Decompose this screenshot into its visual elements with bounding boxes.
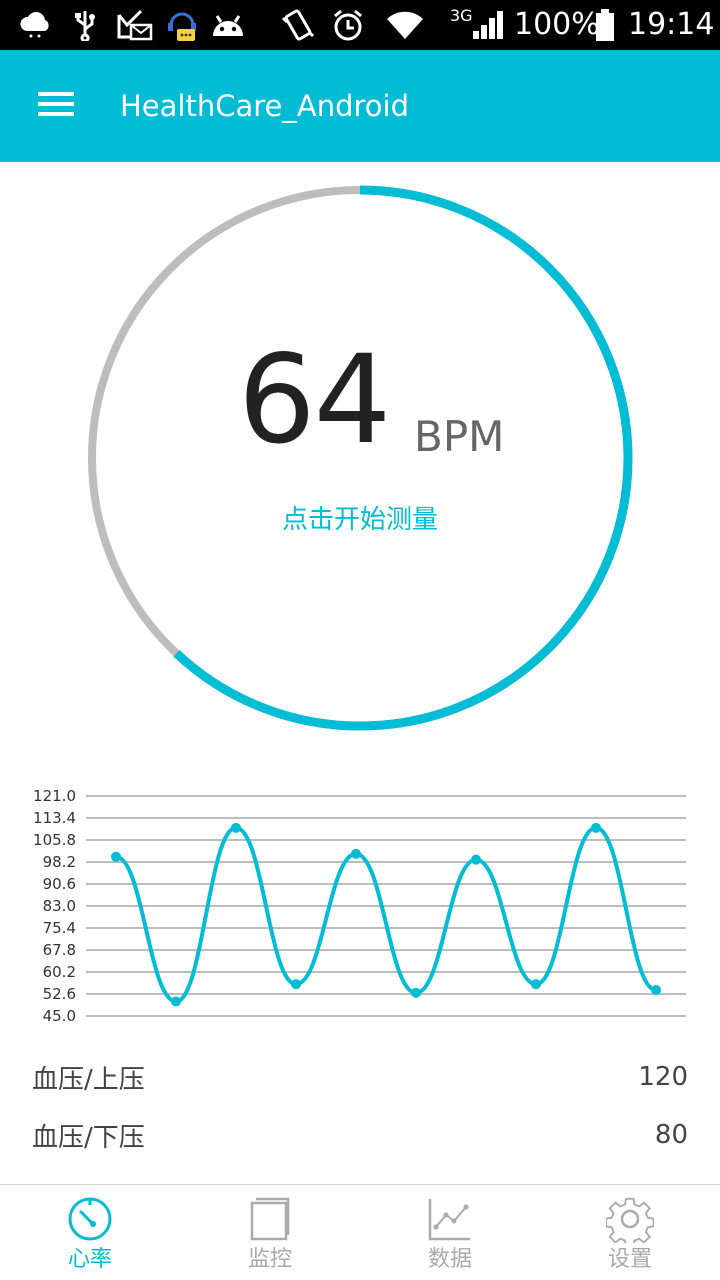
signal-icon bbox=[470, 8, 506, 42]
chart-point bbox=[231, 822, 241, 833]
y-tick-label: 113.4 bbox=[33, 809, 76, 827]
heart-rate-line-chart: 121.0 113.4 105.8 98.2 90.6 83.0 75.4 67.8 60.2 5… bbox=[33, 787, 686, 1025]
app-title: HealthCare_Android bbox=[120, 89, 409, 123]
bp-systolic-value: 120 bbox=[638, 1062, 688, 1092]
y-tick-label: 52.6 bbox=[43, 985, 76, 1003]
mail-check-icon bbox=[114, 8, 154, 42]
start-measure-button[interactable]: 点击开始测量 bbox=[200, 500, 520, 540]
weather-cloud-icon bbox=[18, 8, 54, 42]
y-tick-label: 98.2 bbox=[43, 853, 76, 871]
nav-label: 数据 bbox=[427, 1247, 472, 1272]
chart-series-line bbox=[115, 825, 657, 1004]
nav-tab-settings[interactable]: 设置 bbox=[540, 1185, 720, 1280]
y-tick-label: 90.6 bbox=[43, 875, 76, 893]
hamburger-menu-icon bbox=[36, 90, 76, 122]
nav-tab-monitor[interactable]: 监控 bbox=[180, 1185, 360, 1280]
y-tick-label: 83.0 bbox=[43, 897, 76, 915]
android-icon bbox=[208, 8, 248, 42]
chat-bubble-icon bbox=[164, 8, 200, 42]
chart-point bbox=[351, 848, 361, 859]
y-tick-label: 45.0 bbox=[43, 1007, 76, 1025]
bp-diastolic-label: 血压/下压 bbox=[32, 1122, 145, 1153]
clock: 19:14 bbox=[628, 7, 715, 42]
nav-label: 设置 bbox=[607, 1247, 652, 1272]
chart-point bbox=[111, 851, 121, 862]
chart-point bbox=[291, 979, 301, 990]
y-tick-label: 105.8 bbox=[33, 831, 76, 849]
bp-systolic-row: 血压/上压 120 bbox=[32, 1055, 688, 1099]
chart-point bbox=[651, 984, 661, 995]
alarm-icon bbox=[330, 8, 366, 42]
monitor-book-icon bbox=[246, 1195, 294, 1243]
status-bar: 3G 100% 19:14 bbox=[0, 0, 720, 50]
bp-diastolic-row: 血压/下压 80 bbox=[32, 1113, 688, 1157]
battery-percent: 100% bbox=[514, 7, 600, 42]
chart-point bbox=[531, 979, 541, 990]
chart-point bbox=[591, 822, 601, 833]
heart-rate-gauge-icon bbox=[66, 1195, 114, 1243]
heart-rate-unit: BPM bbox=[414, 412, 505, 461]
nav-label: 心率 bbox=[67, 1247, 112, 1272]
chart-point bbox=[471, 854, 481, 865]
wifi-icon bbox=[384, 8, 426, 42]
battery-icon bbox=[594, 8, 616, 42]
nav-tab-heart-rate[interactable]: 心率 bbox=[0, 1185, 180, 1280]
y-tick-label: 67.8 bbox=[43, 941, 76, 959]
y-tick-label: 121.0 bbox=[33, 787, 76, 805]
heart-rate-value: 64 bbox=[238, 329, 391, 471]
chart-point bbox=[411, 987, 421, 998]
app-bar: HealthCare_Android bbox=[0, 50, 720, 162]
settings-gear-icon bbox=[606, 1195, 654, 1243]
y-tick-label: 75.4 bbox=[43, 919, 76, 937]
data-chart-icon bbox=[426, 1195, 474, 1243]
chart-point bbox=[171, 996, 181, 1007]
menu-button[interactable] bbox=[20, 74, 92, 138]
nav-tab-data[interactable]: 数据 bbox=[360, 1185, 540, 1280]
bp-systolic-label: 血压/上压 bbox=[32, 1064, 145, 1095]
bp-diastolic-value: 80 bbox=[654, 1120, 688, 1150]
y-tick-label: 60.2 bbox=[43, 963, 76, 981]
nav-label: 监控 bbox=[247, 1247, 292, 1272]
usb-icon bbox=[70, 8, 100, 42]
vibrate-icon bbox=[280, 8, 316, 42]
bottom-navigation: 心率 监控 数据 设置 bbox=[0, 1184, 720, 1280]
